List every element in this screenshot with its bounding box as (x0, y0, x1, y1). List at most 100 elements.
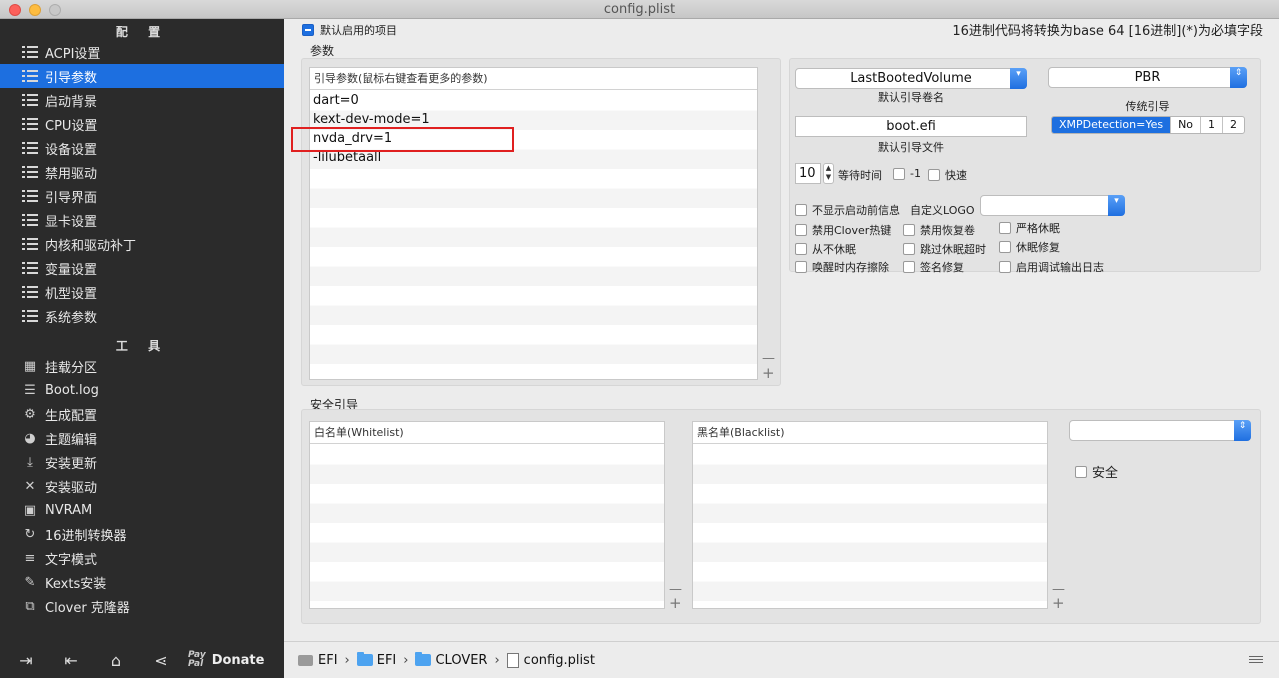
checkbox[interactable] (795, 243, 807, 255)
add-whitelist-button[interactable]: + (669, 596, 682, 611)
main-panel: 默认启用的项目 16进制代码将转换为base 64 [16进制](*)为必填字段… (284, 19, 1279, 641)
sidebar-item-hex-converter[interactable]: ↻ 16进制转换器 (0, 522, 284, 546)
secure-checkbox[interactable] (1075, 465, 1087, 478)
checkbox[interactable] (903, 261, 915, 273)
sidebar-item-install-drivers[interactable]: ✕ 安装驱动 (0, 474, 284, 498)
export-icon[interactable]: ⇤ (59, 650, 83, 670)
disable-clover-hotkeys-option[interactable]: 禁用Clover热键 (795, 222, 891, 238)
sidebar-item-disable-drivers[interactable]: 禁用驱动 (0, 160, 284, 184)
timeout-field[interactable]: 10 (795, 163, 821, 184)
sidebar-item-gui[interactable]: 引导界面 (0, 184, 284, 208)
checkbox[interactable] (999, 261, 1011, 273)
blacklist-header: 黑名单(Blacklist) (693, 422, 1047, 444)
document-icon (506, 652, 519, 668)
sidebar-item-label: 文字模式 (45, 552, 98, 568)
path-crumb-clover-folder[interactable]: CLOVER (415, 652, 487, 668)
sidebar-item-clover-cloner[interactable]: ⧉ Clover 克隆器 (0, 594, 284, 618)
sidebar-item-install-update[interactable]: ⤓ 安装更新 (0, 450, 284, 474)
fast-checkbox[interactable] (928, 169, 940, 181)
fast-option[interactable]: 快速 (928, 167, 967, 183)
sidebar-item-rtvariables[interactable]: 变量设置 (0, 256, 284, 280)
add-blacklist-button[interactable]: + (1052, 596, 1065, 611)
convert-icon: ↻ (24, 526, 36, 542)
sidebar-item-acpi[interactable]: ACPI设置 (0, 40, 284, 64)
chevron-down-icon: ▾ (1010, 68, 1027, 89)
default-loader-field[interactable]: boot.efi (795, 116, 1027, 137)
sidebar-item-theme-editor[interactable]: ◕ 主题编辑 (0, 426, 284, 450)
xmp-option-2[interactable]: 2 (1223, 117, 1244, 133)
sidebar-item-mount-partition[interactable]: ▦ 挂载分区 (0, 354, 284, 378)
hibernate-fix-option[interactable]: 休眠修复 (999, 239, 1060, 255)
default-enabled-checkbox[interactable] (302, 24, 314, 36)
sidebar-item-graphics[interactable]: 显卡设置 (0, 208, 284, 232)
secure-option[interactable]: 安全 (1075, 462, 1118, 481)
list-stripes (310, 445, 664, 608)
memory-wipe-on-wake-option[interactable]: 唤醒时内存擦除 (795, 259, 889, 275)
xmp-option-yes[interactable]: XMPDetection=Yes (1052, 117, 1172, 133)
path-crumb-efi-folder[interactable]: EFI (356, 652, 396, 668)
sidebar-item-boot-log[interactable]: ☰ Boot.log (0, 378, 284, 402)
sidebar-item-devices[interactable]: 设备设置 (0, 136, 284, 160)
list-icon (22, 188, 38, 204)
checkbox[interactable] (999, 222, 1011, 234)
timeout-minus-one-checkbox[interactable] (893, 167, 905, 180)
add-arg-button[interactable]: + (762, 366, 775, 381)
sidebar-item-system-parameters[interactable]: 系统参数 (0, 304, 284, 328)
folder-icon (356, 652, 373, 666)
no-early-progress-checkbox[interactable] (795, 204, 807, 216)
wrench-icon: ✕ (24, 478, 36, 494)
donate-button[interactable]: Pay Pal Donate (188, 651, 264, 669)
sidebar-item-boot-graphics[interactable]: 启动背景 (0, 88, 284, 112)
checkbox[interactable] (999, 241, 1011, 253)
sidebar-footer: ⇥ ⇤ ⌂ ⋖ Pay Pal Donate (0, 642, 284, 678)
sidebar-item-boot-args[interactable]: 引导参数 (0, 64, 284, 88)
default-volume-popup[interactable]: LastBootedVolume ▾ (795, 68, 1027, 89)
checkbox[interactable] (903, 243, 915, 255)
params-group-label: 参数 (310, 44, 335, 58)
custom-logo-label: 自定义LOGO (910, 204, 975, 217)
default-enabled-toggle[interactable]: 默认启用的项目 (302, 22, 397, 38)
sidebar-item-kernel-patches[interactable]: 内核和驱动补丁 (0, 232, 284, 256)
timeout-stepper[interactable]: ▲ ▼ (823, 163, 834, 184)
list-item[interactable]: dart=0 (310, 91, 757, 110)
disable-recovery-option[interactable]: 禁用恢复卷 (903, 222, 975, 238)
menu-icon[interactable] (1249, 656, 1263, 666)
timeout-minus-one-option[interactable]: -1 (893, 167, 921, 180)
sidebar-item-label: 引导界面 (45, 190, 98, 206)
sidebar-item-label: Kexts安装 (45, 576, 107, 592)
sidebar-item-text-mode[interactable]: ≡ 文字模式 (0, 546, 284, 570)
xmp-option-no[interactable]: No (1171, 117, 1202, 133)
list-icon (22, 236, 38, 252)
sidebar-item-nvram[interactable]: ▣ NVRAM (0, 498, 284, 522)
whitelist-list[interactable]: 白名单(Whitelist) (309, 421, 665, 609)
path-crumb-config-file[interactable]: config.plist (506, 652, 595, 668)
checkbox[interactable] (795, 224, 807, 236)
xmp-option-1[interactable]: 1 (1201, 117, 1224, 133)
sidebar-item-kexts-install[interactable]: ✎ Kexts安装 (0, 570, 284, 594)
no-early-progress-option[interactable]: 不显示启动前信息 (795, 202, 900, 218)
sidebar-item-generate-config[interactable]: ⚙ 生成配置 (0, 402, 284, 426)
import-icon[interactable]: ⇥ (14, 650, 38, 670)
signature-fix-option[interactable]: 签名修复 (903, 259, 964, 275)
never-hibernate-option[interactable]: 从不休眠 (795, 241, 856, 257)
home-icon[interactable]: ⌂ (104, 650, 128, 670)
blacklist-list[interactable]: 黑名单(Blacklist) (692, 421, 1048, 609)
folder-icon (415, 652, 432, 666)
legacy-boot-popup[interactable]: PBR ⇕ (1048, 67, 1247, 88)
download-icon: ⤓ (27, 454, 33, 470)
checkbox[interactable] (903, 224, 915, 236)
share-icon[interactable]: ⋖ (149, 650, 173, 670)
skip-hibernate-timeout-option[interactable]: 跳过休眠超时 (903, 241, 986, 257)
checkbox[interactable] (795, 261, 807, 273)
path-crumb-efi-volume[interactable]: EFI (298, 653, 338, 668)
sidebar-item-label: 生成配置 (45, 408, 98, 424)
debug-log-option[interactable]: 启用调试输出日志 (999, 259, 1104, 275)
strict-hibernate-option[interactable]: 严格休眠 (999, 220, 1060, 236)
default-volume-value: LastBootedVolume (850, 71, 972, 86)
custom-logo-popup[interactable]: ▾ (980, 195, 1125, 216)
sidebar-item-smbios[interactable]: 机型设置 (0, 280, 284, 304)
secure-boot-policy-popup[interactable]: ⇕ (1069, 420, 1251, 441)
sidebar-item-cpu[interactable]: CPU设置 (0, 112, 284, 136)
boot-args-list[interactable]: 引导参数(鼠标右键查看更多的参数) dart=0 kext-dev-mode=1… (309, 67, 758, 380)
paypal-icon: Pay Pal (188, 650, 206, 669)
